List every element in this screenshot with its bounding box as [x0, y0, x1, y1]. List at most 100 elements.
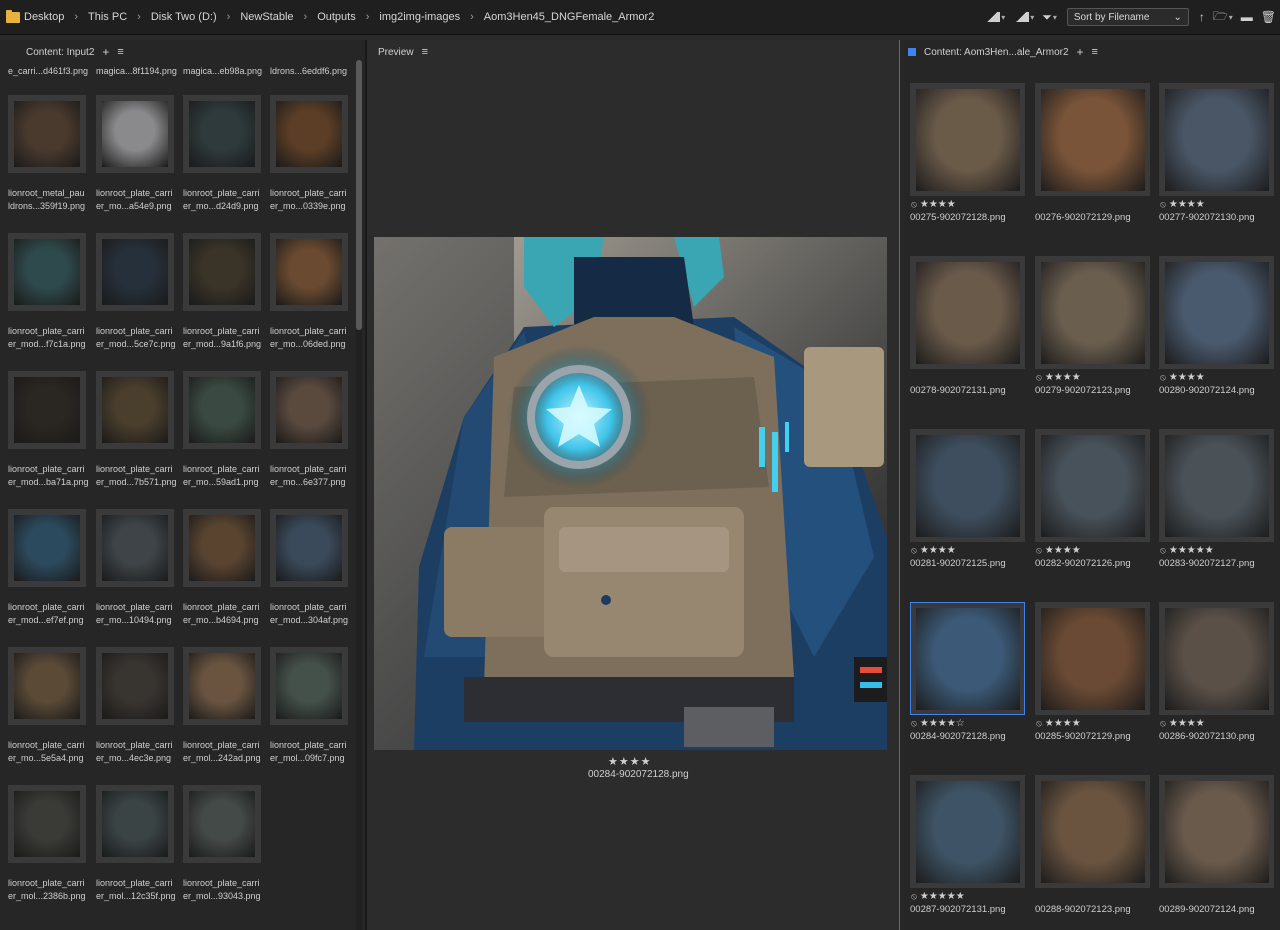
thumbnail-rating[interactable]: ⦸ ★★★★ — [1035, 717, 1150, 730]
thumbnail-item[interactable]: lionroot_plate_carri er_mod...ef7ef.png — [8, 509, 86, 627]
thumbnail-image[interactable] — [102, 515, 168, 581]
thumbnail-image[interactable] — [1040, 261, 1145, 364]
thumbnail-image[interactable] — [189, 377, 255, 443]
thumbnail-image[interactable] — [1164, 780, 1269, 883]
thumbnail-item[interactable]: lionroot_plate_carri er_mod...7b571.png — [96, 371, 177, 489]
thumbnail-frame[interactable] — [96, 647, 174, 725]
thumbnail-frame[interactable] — [183, 371, 261, 449]
breadcrumb-item[interactable]: Aom3Hen45_DNGFemale_Armor2 — [484, 11, 655, 23]
thumbnail-image[interactable] — [14, 239, 80, 305]
thumbnail-rating[interactable]: ⦸ ★★★★★ — [910, 890, 1025, 903]
thumbnail-image[interactable] — [14, 653, 80, 719]
thumbnail-image[interactable] — [14, 377, 80, 443]
thumbnail-frame[interactable] — [1035, 602, 1150, 715]
rating-stars[interactable]: ★★★★ — [1045, 545, 1081, 556]
breadcrumb-item[interactable]: This PC — [88, 11, 127, 23]
breadcrumb-item[interactable]: Disk Two (D:) — [151, 11, 217, 23]
thumbnail-item[interactable]: lionroot_plate_carri er_mod...f7c1a.png — [8, 233, 86, 351]
delete-icon[interactable]: 🗑 — [1261, 10, 1276, 24]
thumbnail-image[interactable] — [189, 239, 255, 305]
rating-stars[interactable]: ★★★★ — [1169, 718, 1205, 729]
thumbnail-image[interactable] — [1040, 88, 1145, 191]
reject-icon[interactable]: ⦸ — [1160, 199, 1166, 210]
sort-select[interactable]: Sort by Filename ⌄ — [1066, 8, 1189, 26]
reject-icon[interactable]: ⦸ — [911, 199, 917, 210]
file-label[interactable]: ldrons...6eddf6.png — [270, 66, 347, 76]
thumbnail-item[interactable]: 00276-902072129.png — [1035, 83, 1150, 223]
thumbnail-image[interactable] — [915, 434, 1020, 537]
thumbnail-item[interactable]: lionroot_plate_carri er_mo...0339e.png — [270, 95, 348, 213]
new-folder-icon[interactable]: ▬ — [1241, 10, 1253, 24]
scrollbar-thumb[interactable] — [356, 60, 362, 330]
sort-ascending-icon[interactable]: ↑ — [1199, 10, 1205, 24]
panel-menu-icon[interactable]: ≡ — [422, 46, 428, 58]
breadcrumb-separator-icon[interactable]: › — [137, 11, 141, 23]
rating-stars[interactable]: ★★★★ — [1045, 372, 1081, 383]
thumbnail-item[interactable]: ⦸ ★★★★★ 00283-902072127.png — [1159, 429, 1274, 569]
thumbnail-item[interactable]: ⦸ ★★★★ 00282-902072126.png — [1035, 429, 1150, 569]
rating-stars[interactable]: ★★★★★ — [920, 891, 965, 902]
rating-stars[interactable]: ★★★★ — [1169, 372, 1205, 383]
thumbnail-frame[interactable] — [1035, 83, 1150, 196]
thumbnail-frame[interactable] — [1159, 429, 1274, 542]
thumbnail-rating[interactable]: ⦸ ★★★★☆ — [910, 717, 1025, 730]
rating-stars[interactable]: ★★★★ — [920, 199, 956, 210]
thumbnail-frame[interactable] — [1159, 256, 1274, 369]
thumbnail-frame[interactable] — [8, 509, 86, 587]
thumbnail-frame[interactable] — [183, 95, 261, 173]
thumbnail-item[interactable]: lionroot_plate_carri er_mo...d24d9.png — [183, 95, 261, 213]
thumbnail-item[interactable]: lionroot_plate_carri er_mo...5e5a4.png — [8, 647, 86, 765]
preview-panel-title[interactable]: Preview — [378, 47, 414, 58]
breadcrumb-separator-icon[interactable]: › — [74, 11, 78, 23]
preview-image[interactable] — [374, 237, 887, 750]
reject-icon[interactable]: ⦸ — [1160, 372, 1166, 383]
thumbnail-image[interactable] — [14, 791, 80, 857]
thumbnail-image[interactable] — [14, 515, 80, 581]
thumbnail-rating[interactable] — [1159, 890, 1274, 903]
thumbnail-image[interactable] — [189, 101, 255, 167]
thumbnail-item[interactable]: lionroot_plate_carri er_mo...59ad1.png — [183, 371, 261, 489]
filter-quality-icon[interactable]: ▾ — [984, 12, 1005, 22]
thumbnail-item[interactable]: ⦸ ★★★★ 00280-902072124.png — [1159, 256, 1274, 396]
thumbnail-size-icon[interactable]: ▾ — [1013, 12, 1034, 22]
reject-icon[interactable]: ⦸ — [1036, 545, 1042, 556]
thumbnail-frame[interactable] — [910, 256, 1025, 369]
thumbnail-rating[interactable]: ⦸ ★★★★ — [1035, 544, 1150, 557]
file-label[interactable]: magica...8f1194.png — [96, 66, 177, 76]
thumbnail-image[interactable] — [102, 239, 168, 305]
thumbnail-item[interactable]: ⦸ ★★★★ 00279-902072123.png — [1035, 256, 1150, 396]
thumbnail-frame[interactable] — [8, 647, 86, 725]
thumbnail-image[interactable] — [915, 88, 1020, 191]
thumbnail-frame[interactable] — [96, 371, 174, 449]
thumbnail-image[interactable] — [189, 653, 255, 719]
thumbnail-image[interactable] — [102, 791, 168, 857]
rating-stars[interactable]: ★★★★ — [1169, 199, 1205, 210]
thumbnail-item[interactable]: lionroot_plate_carri er_mo...a54e9.png — [96, 95, 174, 213]
thumbnail-rating[interactable]: ⦸ ★★★★ — [910, 544, 1025, 557]
thumbnail-item[interactable]: lionroot_plate_carri er_mo...4ec3e.png — [96, 647, 174, 765]
rating-stars[interactable]: ★★★★★ — [1169, 545, 1214, 556]
thumbnail-frame[interactable] — [96, 785, 174, 863]
breadcrumb-separator-icon[interactable]: › — [470, 11, 474, 23]
thumbnail-rating[interactable]: ⦸ ★★★★ — [1159, 371, 1274, 384]
breadcrumb-item[interactable]: Outputs — [317, 11, 356, 23]
add-tab-icon[interactable]: + — [1077, 45, 1084, 59]
breadcrumb-separator-icon[interactable]: › — [366, 11, 370, 23]
rating-stars[interactable]: ★★★★☆ — [920, 718, 965, 729]
reject-icon[interactable]: ⦸ — [911, 718, 917, 729]
thumbnail-rating[interactable]: ⦸ ★★★★ — [1159, 198, 1274, 211]
breadcrumb-separator-icon[interactable]: › — [304, 11, 308, 23]
thumbnail-image[interactable] — [276, 515, 342, 581]
thumbnail-rating[interactable] — [910, 371, 1025, 384]
thumbnail-rating[interactable] — [1035, 198, 1150, 211]
file-label[interactable]: magica...eb98a.png — [183, 66, 262, 76]
thumbnail-rating[interactable]: ⦸ ★★★★ — [1035, 371, 1150, 384]
reject-icon[interactable]: ⦸ — [1036, 372, 1042, 383]
left-panel-title[interactable]: Content: Input2 — [26, 47, 94, 58]
breadcrumb-item[interactable]: NewStable — [240, 11, 293, 23]
thumbnail-item[interactable]: lionroot_plate_carri er_mo...b4694.png — [183, 509, 261, 627]
thumbnail-image[interactable] — [102, 101, 168, 167]
thumbnail-frame[interactable] — [183, 647, 261, 725]
rating-stars[interactable]: ★★★★ — [920, 545, 956, 556]
thumbnail-rating[interactable]: ⦸ ★★★★★ — [1159, 544, 1274, 557]
